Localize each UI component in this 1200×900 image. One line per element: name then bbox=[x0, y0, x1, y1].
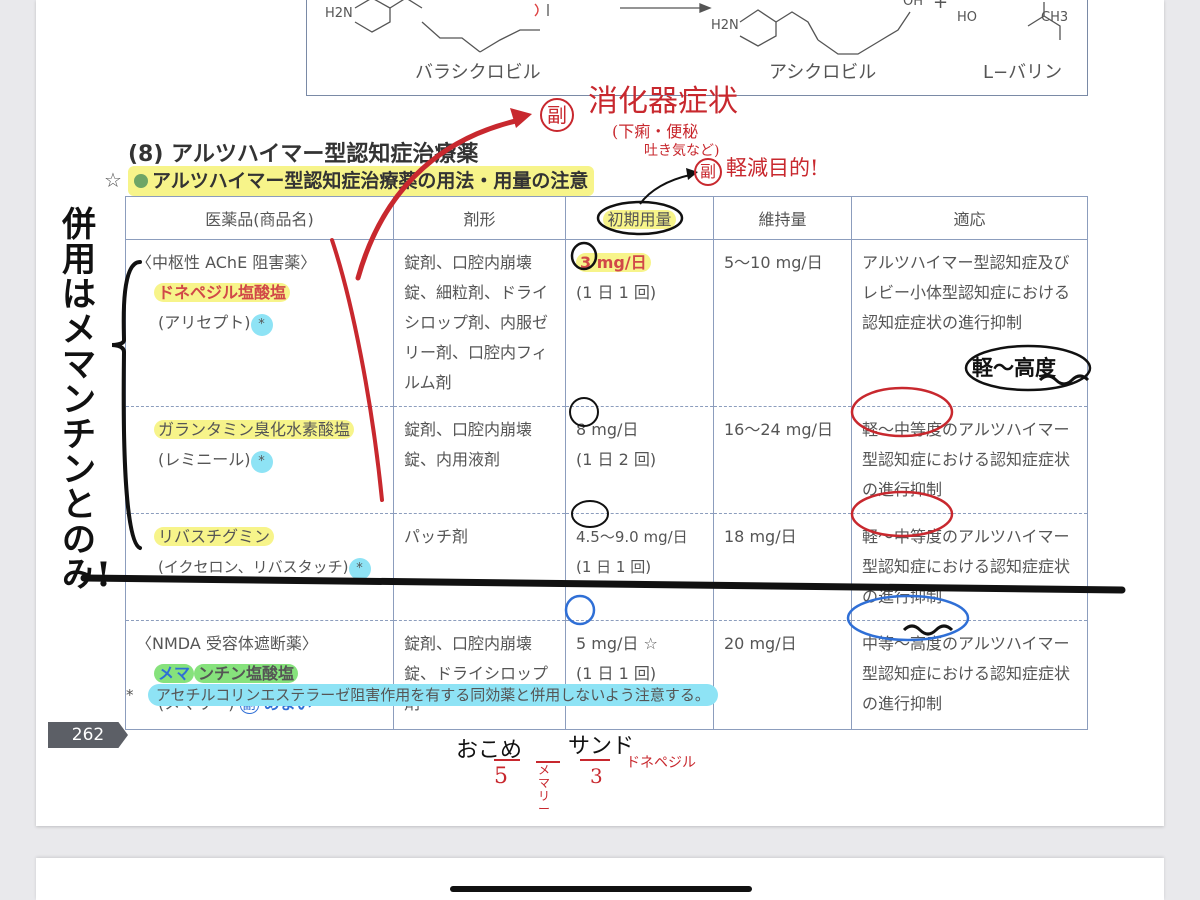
mnemonic-sub-2: ドネペジル bbox=[626, 755, 696, 771]
mnemonic-2: サンド bbox=[568, 734, 635, 759]
home-indicator[interactable] bbox=[450, 886, 752, 892]
mnemonic-1: おこめ bbox=[456, 738, 523, 763]
mnemonic-sub-1: メマリー bbox=[538, 763, 551, 816]
mnemonic-num-2: 3 bbox=[590, 764, 603, 788]
reduce-note: 軽減目的! bbox=[726, 156, 819, 180]
vertical-note: 併用はメマンチンとのみ! bbox=[62, 205, 111, 595]
severity-note: 軽〜高度 bbox=[972, 355, 1056, 380]
gi-detail-1: (下痢・便秘 bbox=[612, 122, 699, 141]
side-effect-circle-2: 副 bbox=[694, 158, 722, 186]
gi-symptoms-note: 消化器症状 bbox=[588, 84, 738, 119]
gi-detail-2: 吐き気など) bbox=[644, 143, 720, 159]
mnemonic-num-1: 5 bbox=[494, 764, 508, 789]
side-effect-circle-1: 副 bbox=[540, 98, 574, 132]
